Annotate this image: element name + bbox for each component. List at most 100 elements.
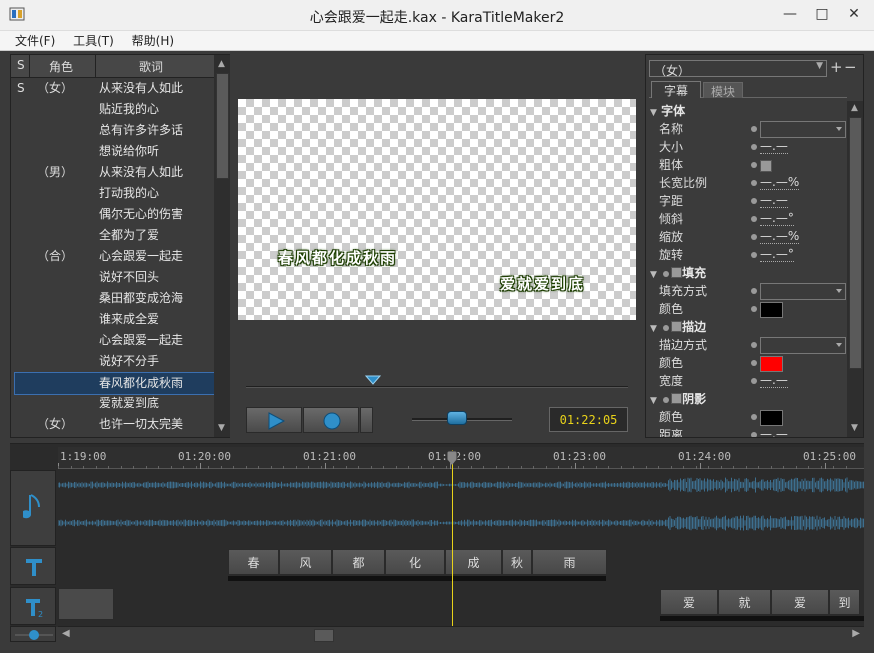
remove-icon[interactable]: − bbox=[844, 58, 857, 76]
syllable-block[interactable]: 到 bbox=[829, 589, 860, 615]
close-button[interactable]: ✕ bbox=[840, 4, 868, 24]
keyframe-dot-icon[interactable] bbox=[751, 144, 757, 150]
property-value[interactable]: —.— bbox=[760, 427, 788, 437]
expand-icon[interactable]: ▼ bbox=[650, 396, 657, 406]
lyric-row[interactable]: （女） 也许一切太完美 bbox=[11, 414, 214, 435]
keyframe-dot-icon[interactable] bbox=[751, 162, 757, 168]
minimize-button[interactable]: — bbox=[776, 4, 804, 24]
maximize-button[interactable]: □ bbox=[808, 4, 836, 24]
syllable-block[interactable]: 都 bbox=[332, 549, 385, 575]
color-swatch[interactable] bbox=[760, 302, 783, 318]
color-swatch[interactable] bbox=[760, 356, 783, 372]
lyric-row[interactable]: （合） 心会跟爱一起走 bbox=[11, 246, 214, 267]
seek-bar[interactable] bbox=[246, 386, 628, 388]
header-lyrics[interactable]: 歌词 bbox=[139, 58, 163, 75]
lyric-row[interactable]: 春风都化成秋雨 bbox=[14, 372, 215, 395]
keyframe-dot-icon[interactable] bbox=[751, 252, 757, 258]
header-role[interactable]: 角色 bbox=[49, 58, 73, 75]
property-dropdown[interactable] bbox=[760, 283, 846, 300]
zoom-slider[interactable] bbox=[10, 626, 56, 642]
scroll-down-icon[interactable]: ▼ bbox=[218, 423, 225, 433]
syllable-block[interactable]: 风 bbox=[279, 549, 332, 575]
time-ruler[interactable]: 1:19:0001:20:0001:21:0001:22:0001:23:000… bbox=[58, 447, 864, 469]
property-value[interactable]: —.— bbox=[760, 139, 788, 154]
volume-thumb[interactable] bbox=[447, 411, 467, 425]
keyframe-dot-icon[interactable] bbox=[751, 126, 757, 132]
syllable-block[interactable]: 化 bbox=[385, 549, 445, 575]
section-header[interactable]: ▼ 阴影 bbox=[650, 390, 706, 407]
expand-icon[interactable]: ▼ bbox=[650, 324, 657, 334]
syllable-block[interactable]: 春 bbox=[228, 549, 279, 575]
properties-scrollbar[interactable]: ▲ ▼ bbox=[847, 101, 863, 437]
keyframe-dot-icon[interactable] bbox=[751, 198, 757, 204]
property-dropdown[interactable] bbox=[760, 121, 846, 138]
toggle-dot-icon[interactable] bbox=[663, 397, 670, 403]
lyric-row[interactable]: 心会跟爱一起走 bbox=[11, 330, 214, 351]
syllable-block[interactable]: 成 bbox=[445, 549, 502, 575]
section-header[interactable]: ▼ 字体 bbox=[650, 102, 685, 119]
scroll-left-icon[interactable]: ◀ bbox=[62, 628, 70, 639]
play-button[interactable] bbox=[246, 407, 302, 433]
lyric-row[interactable]: （男） 从来没有人如此 bbox=[11, 162, 214, 183]
waveform-right[interactable] bbox=[58, 514, 864, 532]
header-s[interactable]: S bbox=[17, 58, 25, 72]
keyframe-dot-icon[interactable] bbox=[751, 234, 757, 240]
lyric-row[interactable]: 爱就爱到底 bbox=[11, 393, 214, 414]
keyframe-dot-icon[interactable] bbox=[751, 180, 757, 186]
syllable-block[interactable]: 就 bbox=[718, 589, 771, 615]
timeline-scrollbar[interactable]: ◀ ▶ bbox=[58, 626, 864, 642]
preview-canvas[interactable]: 春风都化成秋雨 爱就爱到底 bbox=[238, 99, 636, 320]
property-value[interactable]: —.—% bbox=[760, 175, 800, 190]
syllable-block[interactable]: 爱 bbox=[660, 589, 718, 615]
keyframe-dot-icon[interactable] bbox=[751, 288, 757, 294]
color-swatch[interactable] bbox=[760, 410, 783, 426]
lyric-row[interactable]: 桑田都变成沧海 bbox=[11, 288, 214, 309]
menu-file[interactable]: 文件(F) bbox=[8, 31, 62, 51]
section-checkbox[interactable] bbox=[671, 321, 683, 332]
property-value[interactable]: —.—° bbox=[760, 211, 794, 226]
lyric-row[interactable]: 总有许多许多话 bbox=[11, 120, 214, 141]
scroll-right-icon[interactable]: ▶ bbox=[852, 628, 860, 639]
lyric-row[interactable]: 打动我的心 bbox=[11, 183, 214, 204]
keyframe-dot-icon[interactable] bbox=[751, 342, 757, 348]
timeline-scroll-thumb[interactable] bbox=[314, 629, 334, 642]
section-checkbox[interactable] bbox=[671, 267, 683, 278]
property-value[interactable]: —.— bbox=[760, 193, 788, 208]
lyric-row[interactable]: 全都为了爱 bbox=[11, 225, 214, 246]
lyric-row[interactable]: 贴近我的心 bbox=[11, 99, 214, 120]
stop-button[interactable] bbox=[303, 407, 359, 433]
menu-help[interactable]: 帮助(H) bbox=[125, 31, 181, 51]
lyrics-scroll-thumb[interactable] bbox=[216, 73, 229, 179]
tab-subtitle[interactable]: 字幕 bbox=[651, 81, 701, 98]
scroll-up-icon[interactable]: ▲ bbox=[218, 59, 225, 69]
expand-icon[interactable]: ▼ bbox=[650, 108, 657, 118]
syllable-block[interactable]: 秋 bbox=[502, 549, 532, 575]
lyric-row[interactable]: 说好不回头 bbox=[11, 267, 214, 288]
syllable-block[interactable]: 爱 bbox=[771, 589, 829, 615]
keyframe-dot-icon[interactable] bbox=[751, 360, 757, 366]
scroll-down-icon[interactable]: ▼ bbox=[851, 423, 858, 433]
tab-module[interactable]: 模块 bbox=[703, 82, 743, 99]
bold-checkbox[interactable] bbox=[760, 160, 772, 172]
lyric-row[interactable]: 说好不分手 bbox=[11, 351, 214, 372]
track-2-prev-block[interactable] bbox=[58, 588, 114, 620]
lyrics-scrollbar[interactable]: ▲ ▼ bbox=[214, 55, 230, 437]
property-value[interactable]: —.—° bbox=[760, 247, 794, 262]
expand-icon[interactable]: ▼ bbox=[650, 270, 657, 280]
waveform-left[interactable] bbox=[58, 476, 864, 494]
lyric-row[interactable]: 偶尔无心的伤害 bbox=[11, 204, 214, 225]
playhead-handle-icon[interactable] bbox=[446, 450, 458, 466]
keyframe-dot-icon[interactable] bbox=[751, 378, 757, 384]
keyframe-dot-icon[interactable] bbox=[751, 414, 757, 420]
playhead[interactable] bbox=[452, 450, 453, 626]
property-dropdown[interactable] bbox=[760, 337, 846, 354]
lyric-row[interactable]: 想说给你听 bbox=[11, 141, 214, 162]
keyframe-dot-icon[interactable] bbox=[751, 432, 757, 437]
toggle-dot-icon[interactable] bbox=[663, 271, 670, 277]
toggle-dot-icon[interactable] bbox=[663, 325, 670, 331]
keyframe-dot-icon[interactable] bbox=[751, 306, 757, 312]
menu-tools[interactable]: 工具(T) bbox=[66, 31, 121, 51]
syllable-block[interactable]: 雨 bbox=[532, 549, 607, 575]
section-checkbox[interactable] bbox=[671, 393, 683, 404]
scroll-up-icon[interactable]: ▲ bbox=[851, 103, 858, 113]
